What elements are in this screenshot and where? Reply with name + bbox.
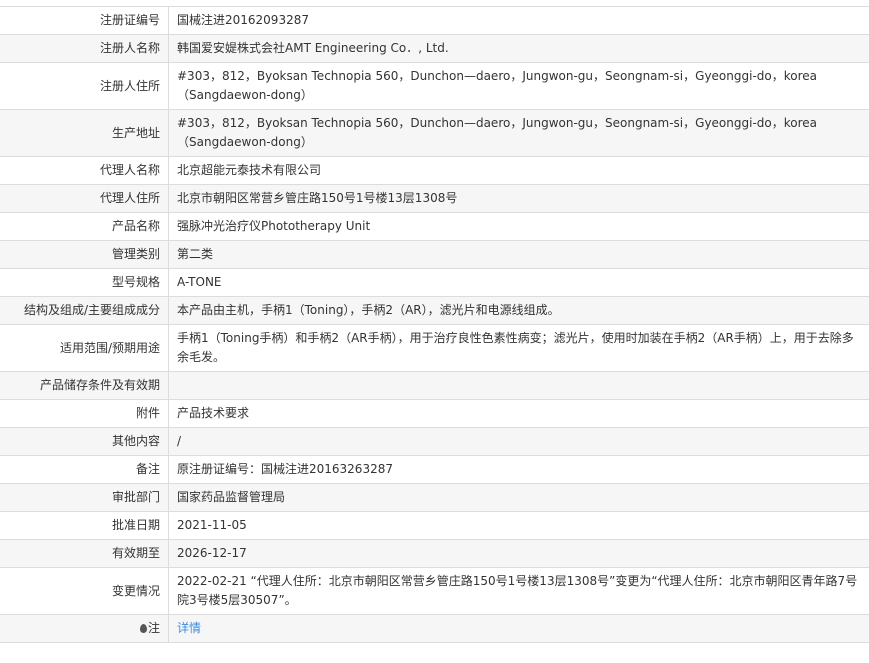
table-row: 注册证编号国械注进20162093287: [0, 7, 869, 35]
row-value: #303，812，Byoksan Technopia 560，Dunchon—d…: [169, 63, 869, 110]
row-label: 型号规格: [0, 269, 169, 297]
table-row: 生产地址#303，812，Byoksan Technopia 560，Dunch…: [0, 110, 869, 157]
map-pin-icon: [140, 624, 147, 633]
row-value: 2026-12-17: [169, 540, 869, 568]
table-row: 管理类别第二类: [0, 241, 869, 269]
row-label: 产品储存条件及有效期: [0, 372, 169, 400]
row-label: 注册证编号: [0, 7, 169, 35]
table-row: 附件产品技术要求: [0, 400, 869, 428]
row-label: 代理人住所: [0, 185, 169, 213]
row-label: 适用范围/预期用途: [0, 325, 169, 372]
row-label: 产品名称: [0, 213, 169, 241]
row-label: 其他内容: [0, 428, 169, 456]
row-label: 注册人名称: [0, 35, 169, 63]
row-value: 手柄1（Toning手柄）和手柄2（AR手柄），用于治疗良性色素性病变；滤光片，…: [169, 325, 869, 372]
row-label: 结构及组成/主要组成成分: [0, 297, 169, 325]
note-row: 注 详情: [0, 615, 869, 643]
row-value: #303，812，Byoksan Technopia 560，Dunchon—d…: [169, 110, 869, 157]
note-label: 注: [148, 621, 160, 635]
table-row: 产品储存条件及有效期: [0, 372, 869, 400]
row-label: 审批部门: [0, 484, 169, 512]
table-row: 代理人名称北京超能元泰技术有限公司: [0, 157, 869, 185]
table-row: 有效期至2026-12-17: [0, 540, 869, 568]
table-row: 结构及组成/主要组成成分本产品由主机，手柄1（Toning），手柄2（AR），滤…: [0, 297, 869, 325]
details-link[interactable]: 详情: [177, 621, 201, 635]
table-row: 注册人名称韩国爱安媞株式会社AMT Engineering Co．, Ltd.: [0, 35, 869, 63]
row-value: 2022-02-21 “代理人住所：北京市朝阳区常营乡管庄路150号1号楼13层…: [169, 568, 869, 615]
row-label: 备注: [0, 456, 169, 484]
row-value: 北京市朝阳区常营乡管庄路150号1号楼13层1308号: [169, 185, 869, 213]
table-row: 审批部门国家药品监督管理局: [0, 484, 869, 512]
registration-detail-table: 注册证编号国械注进20162093287注册人名称韩国爱安媞株式会社AMT En…: [0, 6, 869, 643]
row-value: 第二类: [169, 241, 869, 269]
table-row: 适用范围/预期用途手柄1（Toning手柄）和手柄2（AR手柄），用于治疗良性色…: [0, 325, 869, 372]
row-value: 强脉冲光治疗仪Phototherapy Unit: [169, 213, 869, 241]
row-label: 变更情况: [0, 568, 169, 615]
table-row: 型号规格A-TONE: [0, 269, 869, 297]
table-row: 批准日期2021-11-05: [0, 512, 869, 540]
table-row: 注册人住所#303，812，Byoksan Technopia 560，Dunc…: [0, 63, 869, 110]
table-row: 代理人住所北京市朝阳区常营乡管庄路150号1号楼13层1308号: [0, 185, 869, 213]
table-row: 其他内容/: [0, 428, 869, 456]
row-value: 韩国爱安媞株式会社AMT Engineering Co．, Ltd.: [169, 35, 869, 63]
row-value: 国家药品监督管理局: [169, 484, 869, 512]
row-value: 国械注进20162093287: [169, 7, 869, 35]
row-label: 附件: [0, 400, 169, 428]
row-value: 2021-11-05: [169, 512, 869, 540]
table-row: 备注原注册证编号：国械注进20163263287: [0, 456, 869, 484]
row-value: 本产品由主机，手柄1（Toning），手柄2（AR），滤光片和电源线组成。: [169, 297, 869, 325]
table-row: 变更情况2022-02-21 “代理人住所：北京市朝阳区常营乡管庄路150号1号…: [0, 568, 869, 615]
row-value: 产品技术要求: [169, 400, 869, 428]
row-value: [169, 372, 869, 400]
row-label: 生产地址: [0, 110, 169, 157]
table-row: 产品名称强脉冲光治疗仪Phototherapy Unit: [0, 213, 869, 241]
row-label: 注册人住所: [0, 63, 169, 110]
row-value: A-TONE: [169, 269, 869, 297]
row-label: 代理人名称: [0, 157, 169, 185]
row-label: 管理类别: [0, 241, 169, 269]
row-value: 原注册证编号：国械注进20163263287: [169, 456, 869, 484]
row-value: 北京超能元泰技术有限公司: [169, 157, 869, 185]
row-value: /: [169, 428, 869, 456]
row-label: 有效期至: [0, 540, 169, 568]
row-label: 批准日期: [0, 512, 169, 540]
